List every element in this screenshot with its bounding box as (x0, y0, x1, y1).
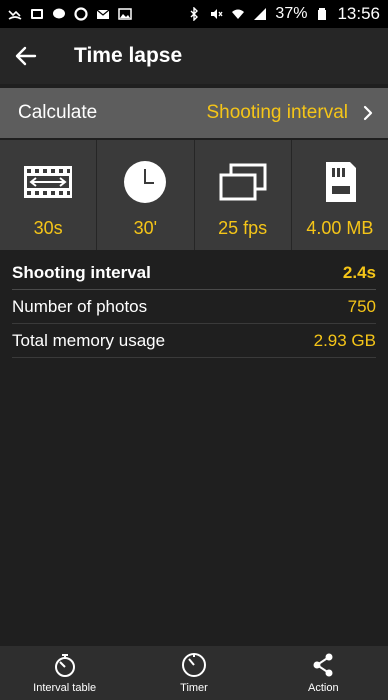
bluetooth-icon (187, 7, 201, 21)
result-label: Total memory usage (12, 330, 166, 350)
param-file-size-value: 4.00 MB (306, 218, 374, 238)
param-fps-value: 25 fps (218, 218, 268, 238)
status-bar: 37% 13:56 (0, 0, 388, 28)
nav-interval-table-label: Interval table (33, 682, 97, 694)
frames-icon (213, 160, 273, 204)
results-list: Shooting interval 2.4s Number of photos … (0, 256, 388, 358)
result-shooting-interval: Shooting interval 2.4s (12, 256, 376, 290)
calculate-value: Shooting interval (206, 102, 348, 123)
nav-timer-label: Timer (180, 682, 208, 694)
param-interval[interactable]: 30' (97, 140, 195, 250)
mute-icon (209, 7, 223, 21)
nav-action-label: Action (308, 682, 339, 694)
param-fps[interactable]: 25 fps (195, 140, 292, 250)
app-bar: Time lapse (0, 28, 388, 84)
nav-action[interactable]: Action (259, 646, 388, 700)
film-strip-icon (18, 160, 78, 204)
gallery-icon (30, 7, 44, 21)
page-title: Time lapse (74, 44, 183, 67)
status-bar-left (8, 7, 132, 21)
param-duration[interactable]: 30s (0, 140, 98, 250)
result-label: Shooting interval (12, 262, 151, 282)
battery-icon (315, 7, 329, 21)
arrow-left-icon (15, 46, 37, 66)
status-bar-right: 37% 13:56 (187, 4, 380, 24)
missed-call-icon (8, 7, 22, 21)
email-icon (96, 7, 110, 21)
result-value: 2.4s (342, 262, 376, 282)
battery-percentage: 37% (275, 5, 308, 22)
nav-interval-table[interactable]: Interval table (0, 646, 129, 700)
parameters-row: 30s 30' 25 fps 4.00 MB (0, 140, 388, 250)
calculate-selector[interactable]: Calculate Shooting interval (0, 88, 388, 138)
nav-timer[interactable]: Timer (129, 646, 258, 700)
timer-icon (180, 652, 208, 678)
chevron-right-icon (360, 103, 376, 123)
result-total-memory: Total memory usage 2.93 GB (12, 324, 376, 358)
result-value: 2.93 GB (313, 330, 376, 350)
result-label: Number of photos (12, 296, 148, 316)
bottom-nav: Interval table Timer Action (0, 646, 388, 700)
share-icon (309, 652, 337, 678)
calculate-label: Calculate (18, 102, 98, 123)
result-value: 750 (347, 296, 376, 316)
opera-icon (74, 7, 88, 21)
param-file-size[interactable]: 4.00 MB (292, 140, 388, 250)
status-time: 13:56 (337, 4, 380, 23)
clock-icon (115, 160, 175, 204)
chat-icon (52, 7, 66, 21)
stopwatch-icon (51, 652, 79, 678)
param-interval-value: 30' (133, 218, 158, 238)
wifi-icon (231, 7, 245, 21)
signal-icon (253, 7, 267, 21)
image-icon (118, 7, 132, 21)
param-duration-value: 30s (33, 218, 63, 238)
sd-card-icon (310, 160, 370, 204)
back-button[interactable] (4, 34, 48, 78)
result-number-of-photos: Number of photos 750 (12, 290, 376, 324)
